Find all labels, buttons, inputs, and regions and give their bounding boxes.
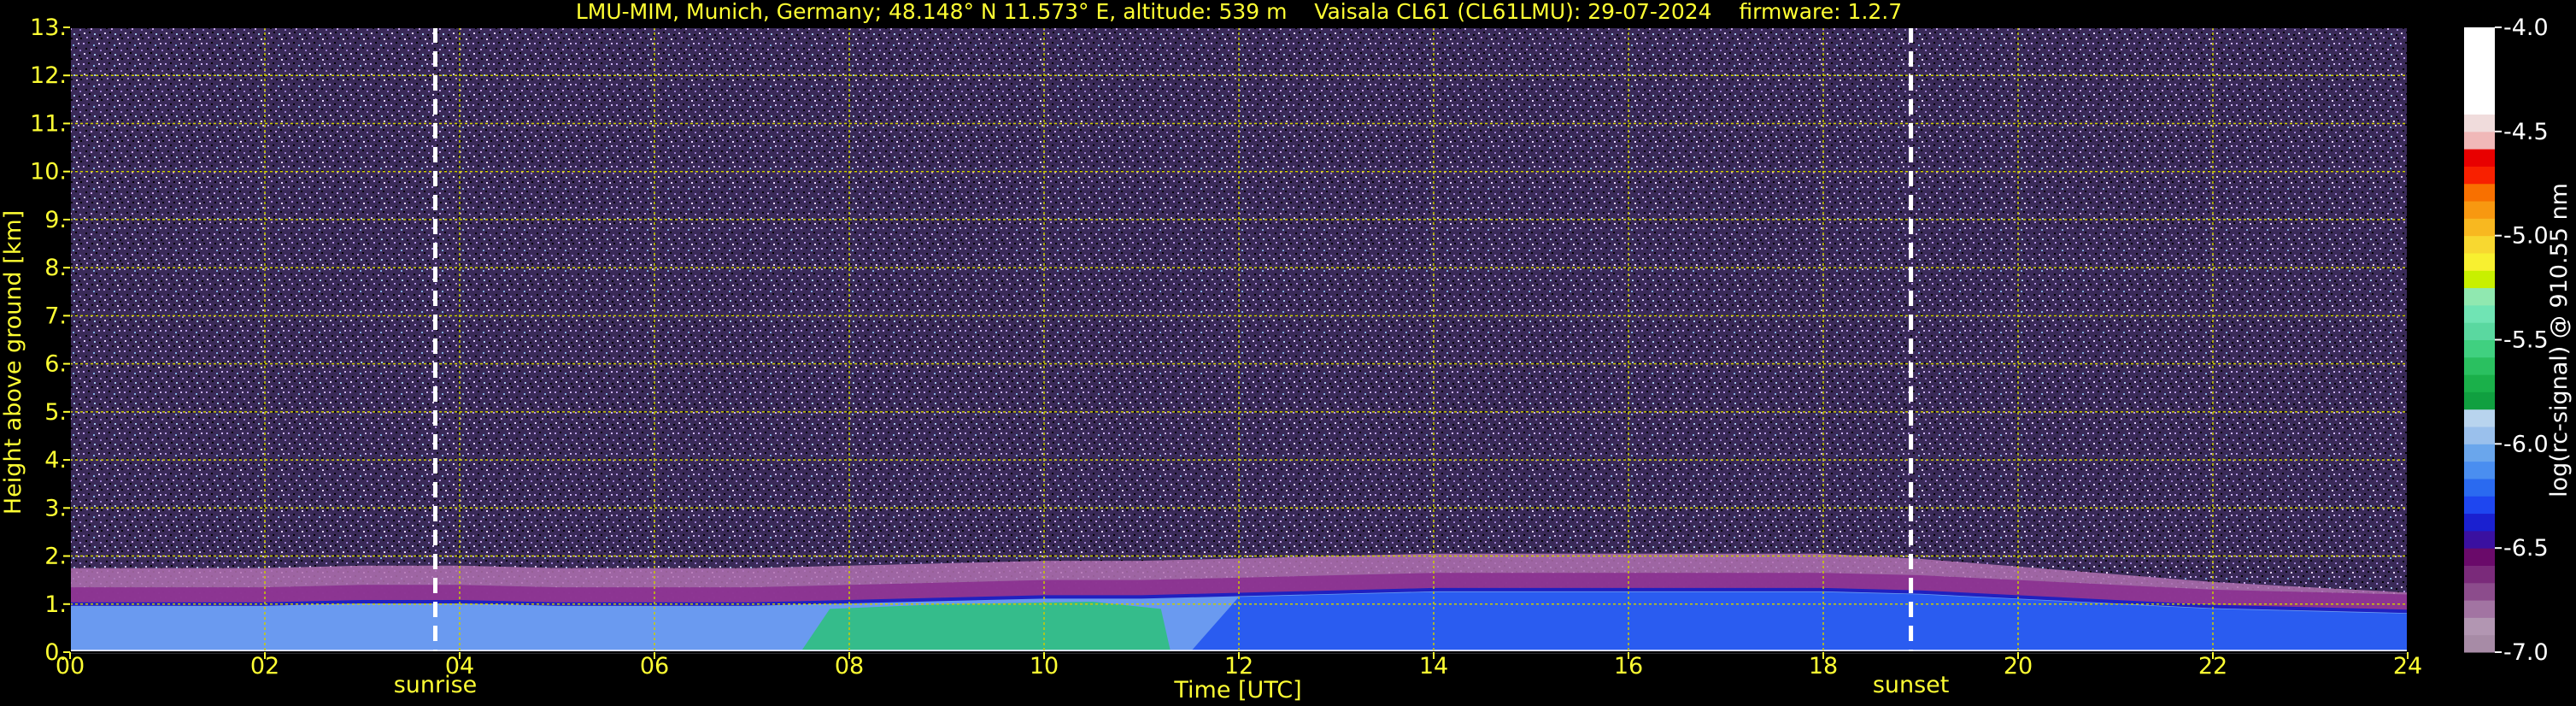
x-tick-label: 24 (2393, 653, 2422, 680)
colorbar-tick-label: -5.0 (2503, 223, 2549, 250)
x-tick-label: 22 (2198, 653, 2227, 680)
x-tick-label: 02 (250, 653, 279, 680)
colorbar-segment (2464, 27, 2495, 45)
colorbar-tick-label: -4.5 (2503, 119, 2549, 145)
colorbar-segment (2464, 339, 2495, 358)
y-tick-label: 2. (44, 544, 67, 570)
colorbar-segment (2464, 62, 2495, 80)
convective-green-band (801, 601, 1171, 652)
colorbar-segment (2464, 513, 2495, 532)
colorbar-tick-label: -6.0 (2503, 431, 2549, 457)
colorbar-segment (2464, 114, 2495, 132)
colorbar-segment (2464, 235, 2495, 254)
colorbar-segment (2464, 356, 2495, 375)
colorbar-segment (2464, 496, 2495, 515)
y-tick-label: 3. (44, 495, 67, 521)
y-tick-label: 10. (30, 159, 67, 185)
colorbar-segment (2464, 131, 2495, 150)
colorbar-segment (2464, 634, 2495, 653)
x-tick-label: 20 (2004, 653, 2033, 680)
colorbar-segment (2464, 617, 2495, 636)
colorbar-segment (2464, 79, 2495, 97)
colorbar-segment (2464, 444, 2495, 462)
colorbar-segment (2464, 548, 2495, 566)
colorbar-segment (2464, 166, 2495, 185)
x-tick-label: 14 (1419, 653, 1448, 680)
chart-title: LMU-MIM, Munich, Germany; 48.148° N 11.5… (576, 0, 1902, 24)
y-tick-label: 5. (44, 399, 67, 426)
y-tick-label: 9. (44, 207, 67, 233)
colorbar-tick-label: -6.5 (2503, 535, 2549, 562)
y-tick-label: 6. (44, 351, 67, 378)
y-tick-label: 4. (44, 447, 67, 474)
colorbar-segment (2464, 582, 2495, 601)
y-tick-label: 12. (30, 62, 67, 89)
colorbar-segment (2464, 600, 2495, 618)
ceilometer-chart: sunrise sunset 00 02 04 06 08 10 12 14 16 18 20 22 24… (0, 0, 2573, 703)
colorbar-segment (2464, 409, 2495, 427)
x-tick-label: 18 (1809, 653, 1838, 680)
colorbar-segment (2464, 270, 2495, 289)
colorbar-segment (2464, 97, 2495, 115)
x-tick-label: 10 (1030, 653, 1059, 680)
x-tick-label: 06 (640, 653, 669, 680)
colorbar-segment (2464, 427, 2495, 444)
colorbar-segment (2464, 287, 2495, 306)
y-tick-label: 1. (44, 591, 67, 618)
x-tick-label: 16 (1614, 653, 1643, 680)
colorbar-segment (2464, 149, 2495, 167)
colorbar-segment (2464, 530, 2495, 549)
x-tick-label: 12 (1224, 653, 1253, 680)
colorbar-tick-label: -5.5 (2503, 327, 2549, 354)
colorbar-segment (2464, 374, 2495, 392)
colorbar-segment (2464, 218, 2495, 237)
y-tick-label: 7. (44, 303, 67, 329)
colorbar-tick-label: -7.0 (2503, 639, 2549, 666)
colorbar-segment (2464, 304, 2495, 323)
colorbar-segment (2464, 391, 2495, 410)
colorbar-segment (2464, 44, 2495, 63)
colorbar-segment (2464, 322, 2495, 340)
event-label-sunset: sunset (1873, 672, 1950, 698)
colorbar-segment (2464, 478, 2495, 497)
colorbar-segment (2464, 252, 2495, 271)
y-tick-label: 0. (44, 639, 67, 666)
colorbar-label: log(rc-signal) @ 910.55 nm (2546, 183, 2573, 497)
y-tick-label: 8. (44, 255, 67, 281)
y-axis-label: Height above ground [km] (0, 210, 26, 515)
colorbar: -4.0 -4.5 -5.0 -5.5 -6.0 -6.5 -7.0 (2464, 15, 2549, 666)
colorbar-segment (2464, 565, 2495, 584)
y-tick-label: 13. (30, 15, 67, 41)
x-tick-label: 04 (445, 653, 474, 680)
x-tick-label: 08 (835, 653, 864, 680)
y-tick-label: 11. (30, 110, 67, 137)
colorbar-segment (2464, 201, 2495, 219)
colorbar-segment (2464, 183, 2495, 202)
x-axis-label: Time [UTC] (1173, 677, 1301, 703)
colorbar-tick-label: -4.0 (2503, 15, 2549, 41)
colorbar-segment (2464, 461, 2495, 479)
